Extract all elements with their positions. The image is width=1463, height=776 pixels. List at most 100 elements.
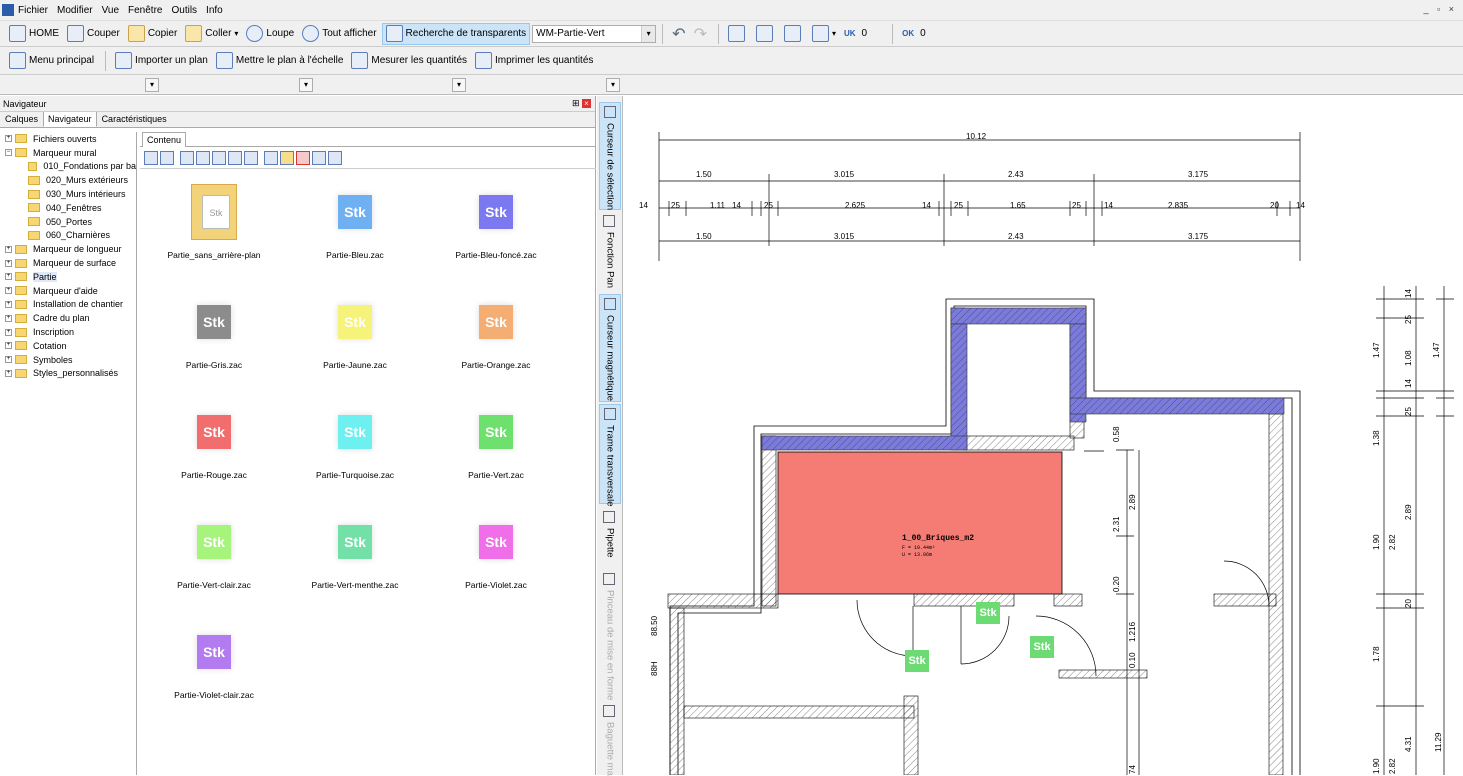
- tab-caracteristiques[interactable]: Caractéristiques: [97, 111, 172, 127]
- expand-icon[interactable]: +: [5, 328, 12, 336]
- content-item[interactable]: Stk Partie_sans_arrière-plan: [144, 172, 284, 282]
- tree-item[interactable]: − Marqueur mural: [0, 146, 136, 160]
- tree-item[interactable]: + Installation de chantier: [0, 298, 136, 312]
- stk-marker[interactable]: Stk: [1030, 636, 1054, 658]
- content-item[interactable]: Stk Partie-Vert.zac: [426, 392, 566, 502]
- filter-combo-3[interactable]: ▾: [452, 78, 466, 92]
- expand-icon[interactable]: +: [5, 245, 12, 253]
- cross-grid-tool[interactable]: Trame transversale: [599, 404, 621, 506]
- tree-item[interactable]: + Marqueur d'aide: [0, 284, 136, 298]
- ok-button[interactable]: OK 0: [899, 23, 929, 45]
- magnetic-cursor-tool[interactable]: Curseur magnétique: [599, 294, 621, 402]
- medium-icons-view-icon[interactable]: [196, 150, 210, 165]
- pan-tool[interactable]: Fonction Pan: [599, 212, 621, 292]
- list-view-button[interactable]: ▾: [809, 23, 839, 45]
- content-item[interactable]: Stk Partie-Violet.zac: [426, 502, 566, 612]
- stk-marker[interactable]: Stk: [905, 650, 929, 672]
- uk-button[interactable]: UK 0: [841, 23, 870, 45]
- tree-item[interactable]: + Styles_personnalisés: [0, 367, 136, 381]
- menu-info[interactable]: Info: [206, 5, 223, 16]
- content-item[interactable]: Stk Partie-Vert-clair.zac: [144, 502, 284, 612]
- menu-modifier[interactable]: Modifier: [57, 5, 93, 16]
- tree-item[interactable]: + Symboles: [0, 353, 136, 367]
- tree-item[interactable]: 060_Charnières: [0, 229, 136, 243]
- menu-vue[interactable]: Vue: [102, 5, 119, 16]
- collapse-icon[interactable]: −: [5, 149, 12, 157]
- tree-item[interactable]: + Cadre du plan: [0, 311, 136, 325]
- pin-icon[interactable]: ⊞: [572, 98, 580, 108]
- tab-contenu[interactable]: Contenu: [142, 132, 187, 147]
- show-all-button[interactable]: Tout afficher: [299, 23, 379, 45]
- tree-item[interactable]: + Partie: [0, 270, 136, 284]
- print-button[interactable]: Imprimer les quantités: [472, 50, 596, 72]
- new-icon[interactable]: [144, 150, 158, 165]
- selection-cursor-tool[interactable]: Curseur de sélection: [599, 102, 621, 210]
- format-brush-tool[interactable]: Pinceau de mise en forme: [599, 570, 621, 700]
- expand-icon[interactable]: +: [5, 300, 12, 308]
- content-item[interactable]: Stk Partie-Jaune.zac: [285, 282, 425, 392]
- import-plan-button[interactable]: Importer un plan: [112, 50, 211, 72]
- list-view-icon[interactable]: [228, 150, 242, 165]
- view-mode-3-button[interactable]: [781, 23, 807, 45]
- filter-combo-2[interactable]: ▾: [299, 78, 313, 92]
- tree-item[interactable]: + Marqueur de longueur: [0, 242, 136, 256]
- expand-icon[interactable]: +: [5, 259, 12, 267]
- tree-item[interactable]: + Inscription: [0, 325, 136, 339]
- search-transparents-button[interactable]: Recherche de transparents: [381, 22, 531, 45]
- expand-icon[interactable]: +: [5, 342, 12, 350]
- window-controls[interactable]: _ ▫ ×: [1424, 4, 1457, 14]
- expand-icon[interactable]: +: [5, 287, 12, 295]
- expand-icon[interactable]: +: [5, 273, 12, 281]
- plan-canvas[interactable]: 10.12 1.50 3.015 2.43 3.175 14 25 1.11 1…: [624, 96, 1463, 775]
- tree-item[interactable]: 020_Murs extérieurs: [0, 173, 136, 187]
- rename-icon[interactable]: [312, 150, 326, 165]
- main-menu-button[interactable]: Menu principal: [6, 50, 97, 72]
- tree-item[interactable]: 010_Fondations par ba: [0, 160, 136, 174]
- content-item[interactable]: Stk Partie-Turquoise.zac: [285, 392, 425, 502]
- part-style-combo[interactable]: WM-Partie-Vert ▾: [532, 24, 657, 43]
- redo-button[interactable]: ↷: [691, 23, 710, 45]
- room-area[interactable]: [777, 451, 1063, 595]
- menu-fichier[interactable]: Fichier: [18, 5, 48, 16]
- content-item[interactable]: Stk Partie-Rouge.zac: [144, 392, 284, 502]
- tree-item[interactable]: 050_Portes: [0, 215, 136, 229]
- view-mode-1-button[interactable]: [725, 23, 751, 45]
- filter-combo-1[interactable]: ▾: [145, 78, 159, 92]
- menu-fenetre[interactable]: Fenêtre: [128, 5, 162, 16]
- magic-wand-tool[interactable]: Baguette ma: [599, 702, 621, 776]
- stk-marker[interactable]: Stk: [976, 602, 1000, 624]
- expand-icon[interactable]: +: [5, 135, 12, 143]
- tab-navigateur[interactable]: Navigateur: [43, 111, 97, 127]
- large-icons-view-icon[interactable]: [180, 150, 194, 165]
- close-icon[interactable]: ×: [582, 99, 591, 108]
- floor-plan-drawing[interactable]: [624, 96, 1463, 775]
- expand-icon[interactable]: +: [5, 356, 12, 364]
- details-view-icon[interactable]: [244, 150, 258, 165]
- copy-button[interactable]: Copier: [125, 23, 180, 45]
- cut-button[interactable]: Couper: [64, 23, 123, 45]
- expand-icon[interactable]: +: [5, 369, 12, 377]
- paste-button[interactable]: Coller ▾: [182, 23, 241, 45]
- content-item[interactable]: Stk Partie-Violet-clair.zac: [144, 612, 284, 722]
- duplicate-icon[interactable]: [160, 150, 174, 165]
- dropdown-arrow-icon[interactable]: ▾: [234, 29, 238, 38]
- small-icons-view-icon[interactable]: [212, 150, 226, 165]
- view-mode-2-button[interactable]: [753, 23, 779, 45]
- content-item[interactable]: Stk Partie-Bleu.zac: [285, 172, 425, 282]
- undo-button[interactable]: ↶: [669, 23, 688, 45]
- delete-icon[interactable]: [296, 150, 310, 165]
- folder-up-icon[interactable]: [264, 150, 278, 165]
- tree-item[interactable]: + Marqueur de surface: [0, 256, 136, 270]
- blue-wall-segments[interactable]: [761, 307, 1285, 451]
- content-item[interactable]: Stk Partie-Bleu-foncé.zac: [426, 172, 566, 282]
- tree-item[interactable]: 040_Fenêtres: [0, 201, 136, 215]
- home-button[interactable]: HOME: [6, 23, 62, 45]
- filter-combo-4[interactable]: ▾: [606, 78, 620, 92]
- tree-item[interactable]: 030_Murs intérieurs: [0, 187, 136, 201]
- properties-icon[interactable]: [328, 150, 342, 165]
- new-folder-icon[interactable]: [280, 150, 294, 165]
- tree-item[interactable]: + Fichiers ouverts: [0, 132, 136, 146]
- scale-plan-button[interactable]: Mettre le plan à l'échelle: [213, 50, 347, 72]
- content-item[interactable]: Stk Partie-Vert-menthe.zac: [285, 502, 425, 612]
- measure-button[interactable]: Mesurer les quantités: [348, 50, 470, 72]
